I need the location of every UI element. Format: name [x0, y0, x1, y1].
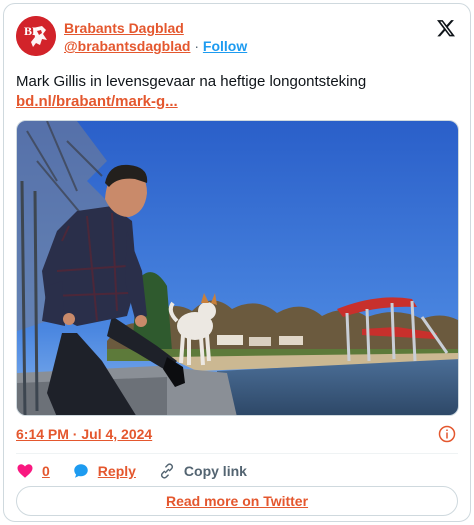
reply-bubble-icon — [74, 464, 88, 478]
like-count: 0 — [42, 463, 50, 479]
author-display-name[interactable]: Brabants Dagblad — [64, 19, 247, 37]
author-handle[interactable]: @brabantsdagblad — [64, 38, 190, 54]
tweet-link[interactable]: bd.nl/brabant/mark-g... — [16, 92, 458, 112]
copy-link-label: Copy link — [183, 463, 247, 479]
link-icon — [160, 463, 174, 479]
reply-button[interactable]: Reply — [72, 462, 136, 480]
photo-man-with-dog-at-lake — [17, 121, 458, 415]
tweet-actions: 0 Reply Copy link — [16, 460, 458, 482]
read-more-button[interactable]: Read more on Twitter — [16, 486, 458, 516]
tweet-text: Mark Gillis in levensgevaar na heftige l… — [16, 73, 367, 90]
tweet-body: Mark Gillis in levensgevaar na heftige l… — [16, 72, 458, 112]
tweet-card: BD Brabants Dagblad @brabantsdagblad · F… — [3, 3, 471, 522]
x-logo-icon[interactable] — [436, 18, 456, 38]
info-icon[interactable] — [438, 425, 456, 443]
heart-icon — [17, 464, 33, 478]
tweet-timestamp[interactable]: 6:14 PM · Jul 4, 2024 — [16, 426, 152, 442]
separator-dot: · — [194, 38, 200, 54]
author-handle-line: @brabantsdagblad · Follow — [64, 37, 247, 55]
reply-label: Reply — [97, 463, 136, 479]
like-button[interactable]: 0 — [16, 462, 50, 480]
divider — [16, 453, 458, 454]
brand-logo-icon: BD — [16, 16, 56, 56]
tweet-photo[interactable] — [16, 120, 459, 416]
copy-link-button[interactable]: Copy link — [158, 462, 247, 480]
tweet-header: BD Brabants Dagblad @brabantsdagblad · F… — [16, 16, 458, 60]
author-names: Brabants Dagblad @brabantsdagblad · Foll… — [64, 19, 247, 55]
follow-button[interactable]: Follow — [203, 38, 247, 54]
avatar[interactable]: BD — [16, 16, 56, 56]
tweet-meta: 6:14 PM · Jul 4, 2024 — [16, 424, 458, 444]
